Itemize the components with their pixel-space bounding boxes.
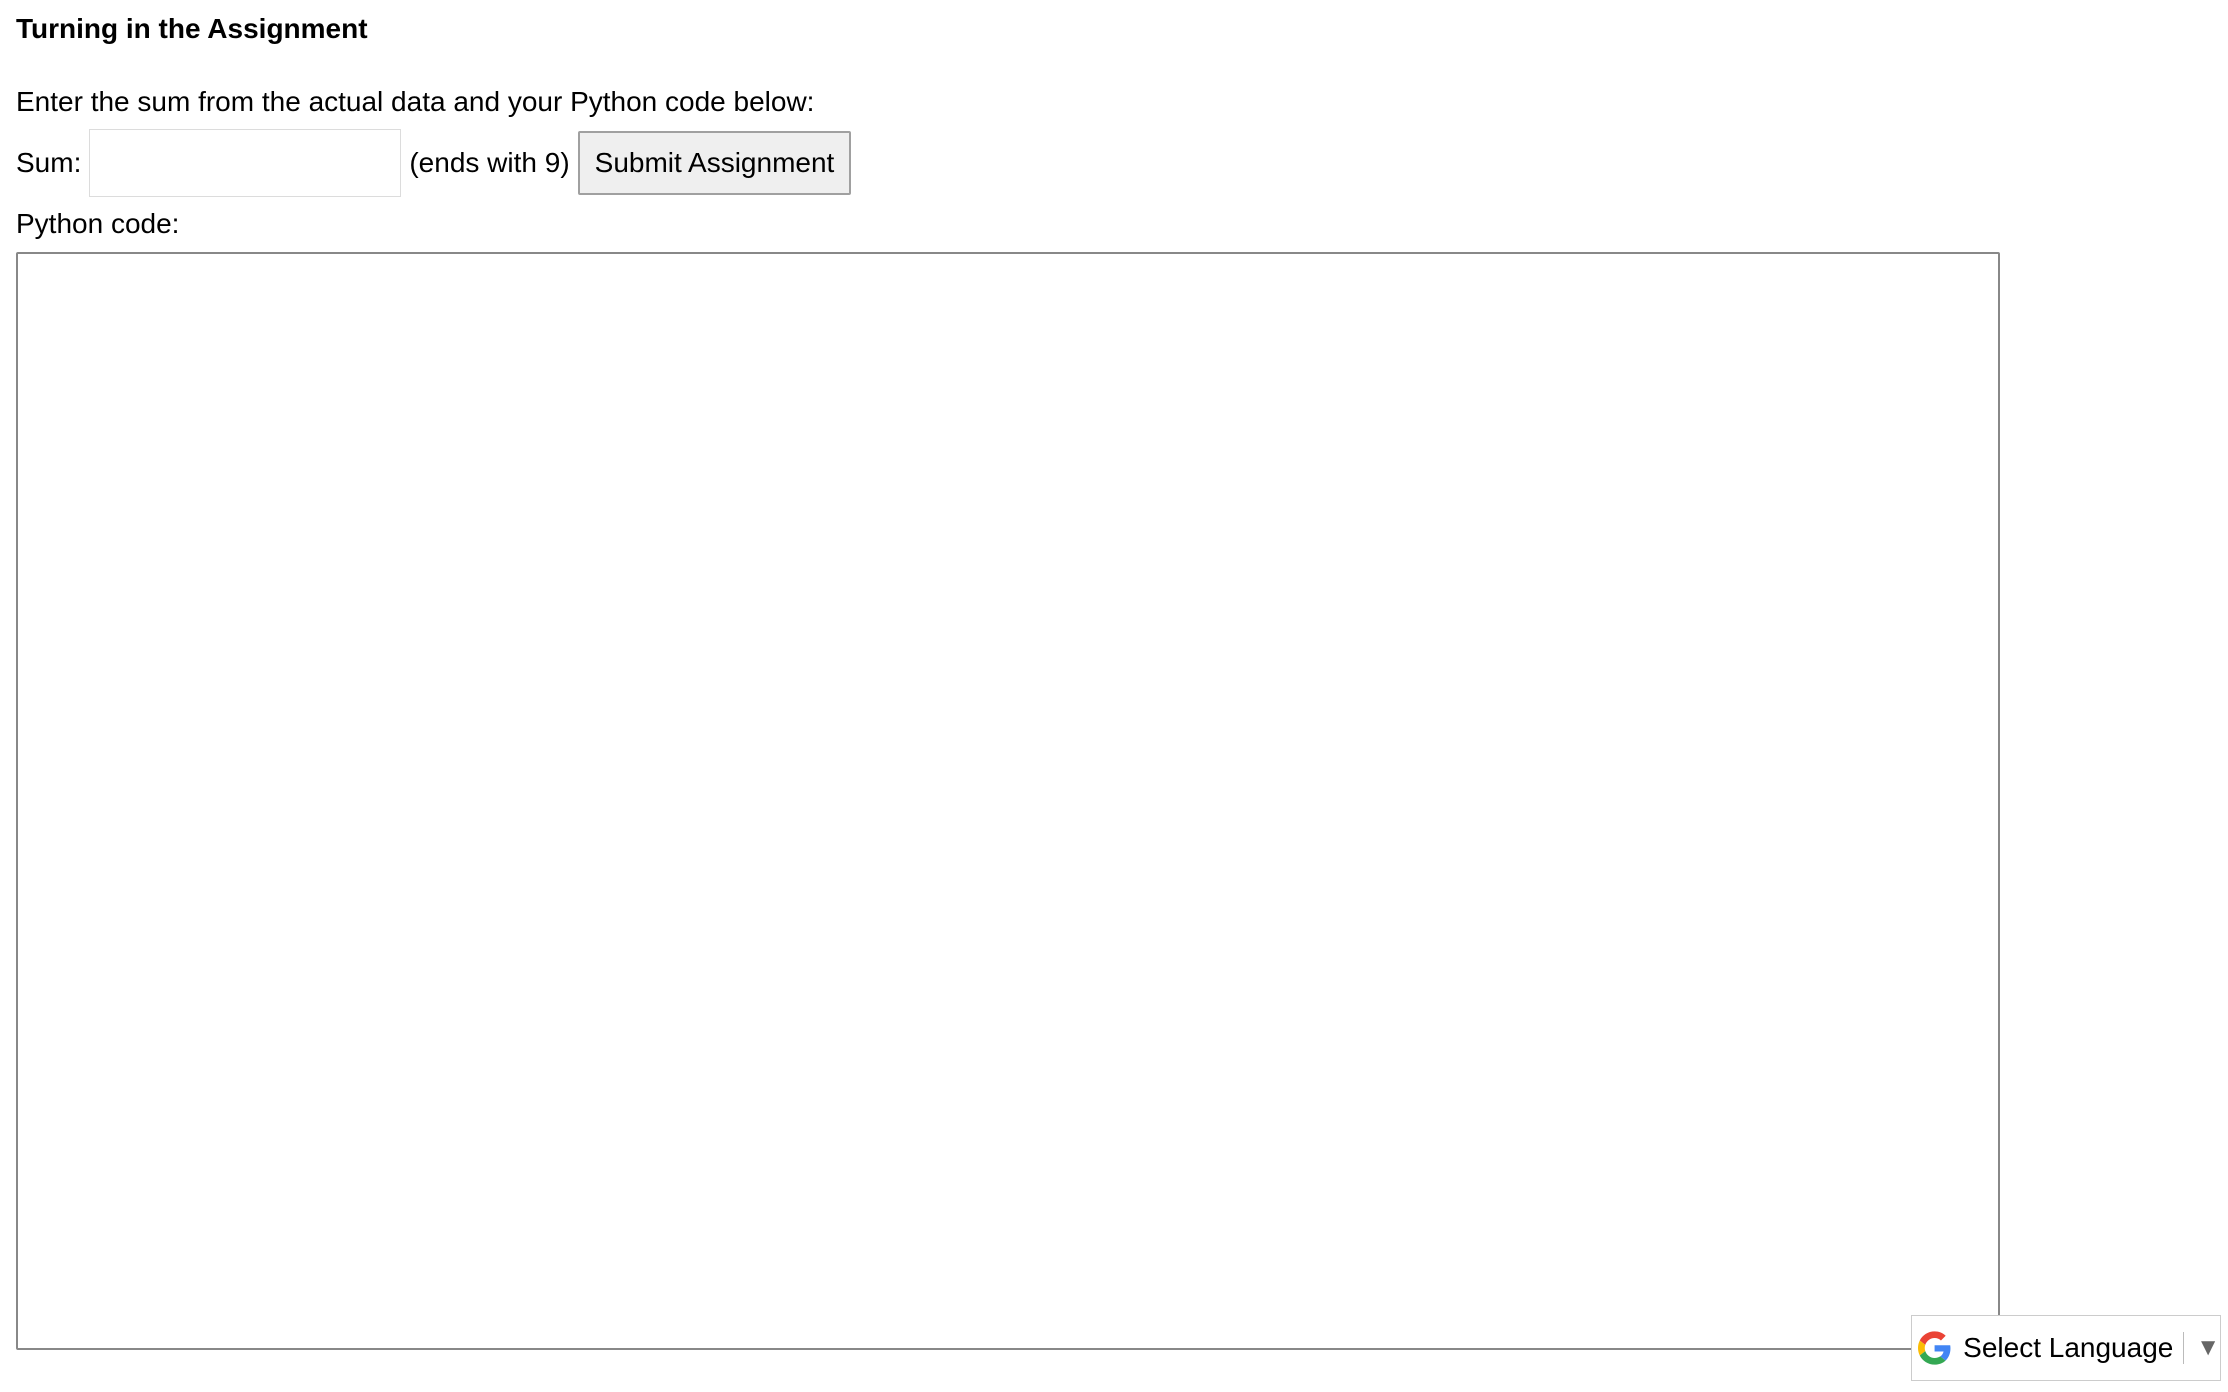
submit-assignment-button[interactable]: Submit Assignment xyxy=(577,131,852,195)
sum-input[interactable] xyxy=(89,129,402,197)
sum-label: Sum: xyxy=(16,147,82,178)
select-language-dropdown[interactable]: Select Language ▼ xyxy=(1911,1315,2221,1381)
dropdown-divider xyxy=(2183,1332,2185,1364)
python-code-label: Python code: xyxy=(16,208,180,239)
page: Turning in the Assignment Enter the sum … xyxy=(0,0,2228,1392)
sum-row: Sum: (ends with 9) Submit Assignment xyxy=(16,128,852,198)
google-g-icon xyxy=(1918,1331,1951,1365)
sum-hint: (ends with 9) xyxy=(409,147,570,178)
python-code-textarea[interactable] xyxy=(16,252,2000,1350)
dropdown-arrow-icon: ▼ xyxy=(2196,1334,2220,1361)
instructions-text: Enter the sum from the actual data and y… xyxy=(16,86,815,117)
page-heading: Turning in the Assignment xyxy=(16,13,368,44)
select-language-label: Select Language xyxy=(1963,1332,2174,1363)
